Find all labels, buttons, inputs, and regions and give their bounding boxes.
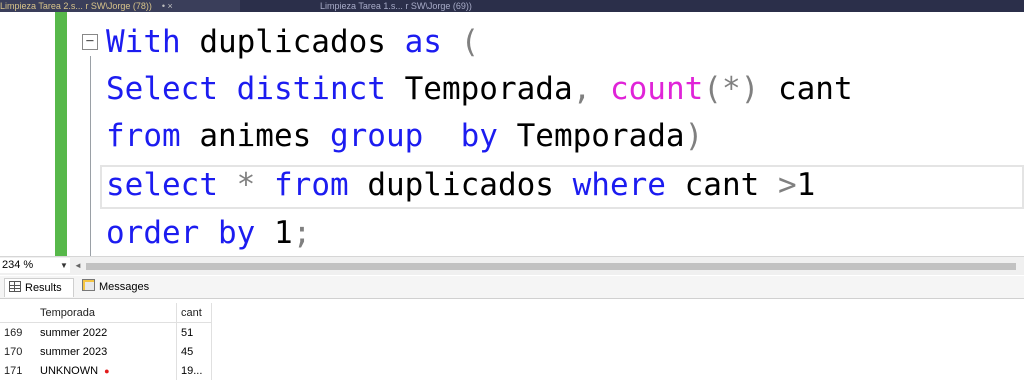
code-token: *	[721, 71, 741, 107]
editor-status-bar: 234 % ▼ ◄	[0, 256, 1024, 275]
code-line-4[interactable]: select * from duplicados where cant >1	[106, 163, 815, 207]
code-token: from	[106, 118, 181, 154]
scroll-left-icon[interactable]: ◄	[74, 257, 82, 275]
code-token: by	[218, 215, 256, 251]
row-number[interactable]: 170	[0, 342, 36, 361]
code-token: cant	[665, 167, 778, 203]
tab-label: Limpieza Tarea 1.s... r SW\Jorge (69))	[320, 1, 472, 11]
zoom-value: 234 %	[2, 259, 34, 271]
cell-temporada[interactable]: summer 2022	[36, 322, 177, 342]
cell-temporada[interactable]: summer 2023	[36, 342, 177, 361]
code-token: animes	[180, 118, 330, 154]
code-token: (	[703, 71, 722, 107]
tab-query-limpieza-1[interactable]: Limpieza Tarea 1.s... r SW\Jorge (69))	[320, 0, 650, 12]
document-tab-strip: Limpieza Tarea 2.s... r SW\Jorge (78)) • …	[0, 0, 1024, 12]
code-token: order	[106, 215, 200, 251]
code-token: distinct	[236, 71, 386, 107]
results-table: Temporada cant 169 summer 2022 51 170 su…	[0, 303, 212, 380]
code-token: 1	[255, 215, 293, 251]
results-grid[interactable]: Temporada cant 169 summer 2022 51 170 su…	[0, 299, 1024, 383]
row-number[interactable]: 171	[0, 361, 36, 380]
messages-icon	[82, 279, 95, 291]
tab-label: Limpieza Tarea 2.s... r SW\Jorge (78))	[0, 1, 152, 11]
collapse-region-icon[interactable]: −	[82, 34, 98, 50]
column-header-temporada[interactable]: Temporada	[36, 303, 177, 323]
code-line-1[interactable]: With duplicados as (	[106, 20, 479, 64]
code-line-5[interactable]: order by 1;	[106, 211, 311, 255]
tab-pin-close-icon[interactable]: • ×	[162, 1, 173, 11]
grid-header-row: Temporada cant	[0, 303, 212, 323]
code-token: by	[460, 118, 498, 154]
code-token: (	[441, 24, 480, 60]
cell-temporada-text: UNKNOWN	[40, 364, 99, 377]
code-token: group	[329, 118, 424, 154]
code-token: duplicados	[180, 24, 405, 60]
row-number[interactable]: 169	[0, 323, 36, 343]
code-token: )	[684, 118, 704, 154]
code-token: With	[106, 24, 181, 60]
code-line-2[interactable]: Select distinct Temporada, count(*) cant	[106, 67, 853, 111]
code-token: ;	[292, 215, 312, 251]
code-token: count	[609, 71, 704, 107]
code-token: 1	[796, 167, 816, 203]
cell-temporada[interactable]: UNKNOWN ●	[36, 361, 177, 380]
code-token: cant	[759, 71, 853, 107]
code-token: select	[106, 167, 218, 203]
row-number-header	[0, 303, 36, 323]
code-token: from	[274, 167, 349, 203]
code-line-3[interactable]: from animes group by Temporada)	[106, 114, 703, 158]
code-token: Select	[106, 71, 218, 107]
chevron-down-icon[interactable]: ▼	[60, 258, 68, 273]
table-row[interactable]: 169 summer 2022 51	[0, 322, 212, 343]
tab-messages-label: Messages	[99, 281, 150, 293]
tab-results-label: Results	[25, 282, 62, 294]
cell-cant[interactable]: 19...	[176, 361, 212, 380]
code-token: Temporada	[385, 71, 573, 107]
tab-strip-empty	[650, 0, 1024, 12]
code-token: duplicados	[348, 167, 573, 203]
fold-guide-line	[90, 56, 91, 256]
grid-icon	[9, 281, 21, 292]
results-tab-bar: Results Messages	[0, 276, 1024, 299]
code-token: )	[740, 71, 760, 107]
editor-gutter	[0, 12, 56, 256]
table-row[interactable]: 171 UNKNOWN ● 19...	[0, 361, 212, 380]
code-token: as	[404, 24, 442, 60]
change-tracking-bar	[55, 12, 67, 256]
code-token: ,	[572, 71, 592, 107]
code-token: >	[777, 167, 797, 203]
tab-results[interactable]: Results	[4, 278, 74, 297]
code-token: where	[572, 167, 666, 203]
zoom-dropdown[interactable]: 234 % ▼	[0, 258, 70, 273]
cell-cant[interactable]: 51	[176, 322, 212, 342]
tab-messages[interactable]: Messages	[78, 278, 168, 297]
code-token: Temporada	[497, 118, 685, 154]
error-dot-icon: ●	[104, 365, 110, 376]
horizontal-scrollbar-thumb[interactable]	[86, 263, 1016, 270]
sql-editor[interactable]: − With duplicados as ( Select distinct T…	[0, 12, 1024, 256]
code-token: *	[236, 167, 256, 203]
tab-query-limpieza-2[interactable]: Limpieza Tarea 2.s... r SW\Jorge (78)) • …	[0, 0, 240, 12]
column-header-cant[interactable]: cant	[176, 303, 212, 323]
table-row[interactable]: 170 summer 2023 45	[0, 342, 212, 361]
cell-cant[interactable]: 45	[176, 342, 212, 361]
